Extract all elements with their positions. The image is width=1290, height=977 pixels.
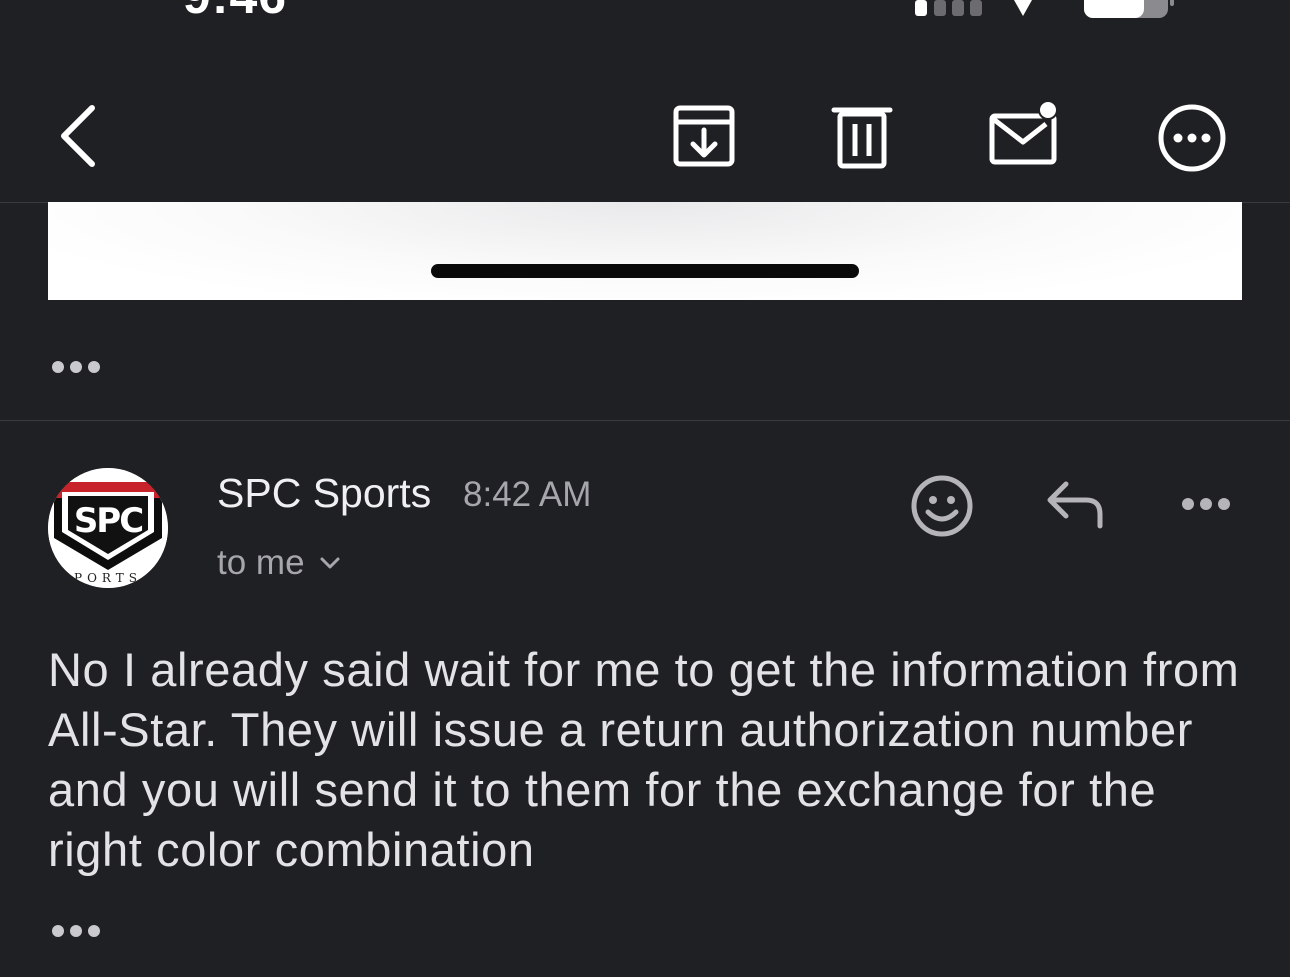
signal-icon bbox=[915, 0, 982, 16]
svg-text:SPC: SPC bbox=[74, 501, 142, 541]
battery-icon bbox=[1084, 0, 1174, 18]
status-bar: 9:46 bbox=[0, 0, 1290, 30]
sender-name[interactable]: SPC Sports bbox=[217, 470, 431, 517]
sent-time: 8:42 AM bbox=[463, 475, 592, 514]
chevron-down-icon bbox=[320, 557, 340, 569]
collapsed-messages-dots[interactable] bbox=[52, 361, 100, 373]
message-body: No I already said wait for me to get the… bbox=[48, 643, 1240, 876]
status-time: 9:46 bbox=[183, 0, 287, 25]
smiley-icon[interactable] bbox=[910, 474, 974, 538]
avatar[interactable]: SPC PORTS bbox=[48, 468, 168, 588]
reply-icon[interactable] bbox=[1044, 478, 1106, 532]
toolbar bbox=[0, 70, 1290, 202]
status-icons bbox=[915, 0, 1174, 18]
spc-logo: SPC PORTS bbox=[48, 468, 168, 588]
recipient-label: to me bbox=[217, 543, 305, 582]
home-indicator-bar bbox=[431, 264, 859, 278]
wifi-icon bbox=[1014, 0, 1032, 16]
trash-icon[interactable] bbox=[826, 100, 898, 172]
message-divider bbox=[0, 420, 1290, 421]
more-circle-icon[interactable] bbox=[1154, 100, 1230, 176]
svg-text:PORTS: PORTS bbox=[74, 571, 142, 585]
mark-unread-icon[interactable] bbox=[986, 100, 1064, 172]
recipient-details[interactable]: to me bbox=[217, 543, 341, 583]
more-dots-icon[interactable] bbox=[1180, 494, 1232, 514]
chevron-left-icon[interactable] bbox=[52, 100, 108, 172]
previous-message-image[interactable] bbox=[48, 202, 1242, 300]
show-trimmed-content-dots[interactable] bbox=[52, 925, 100, 937]
archive-icon[interactable] bbox=[668, 100, 740, 172]
